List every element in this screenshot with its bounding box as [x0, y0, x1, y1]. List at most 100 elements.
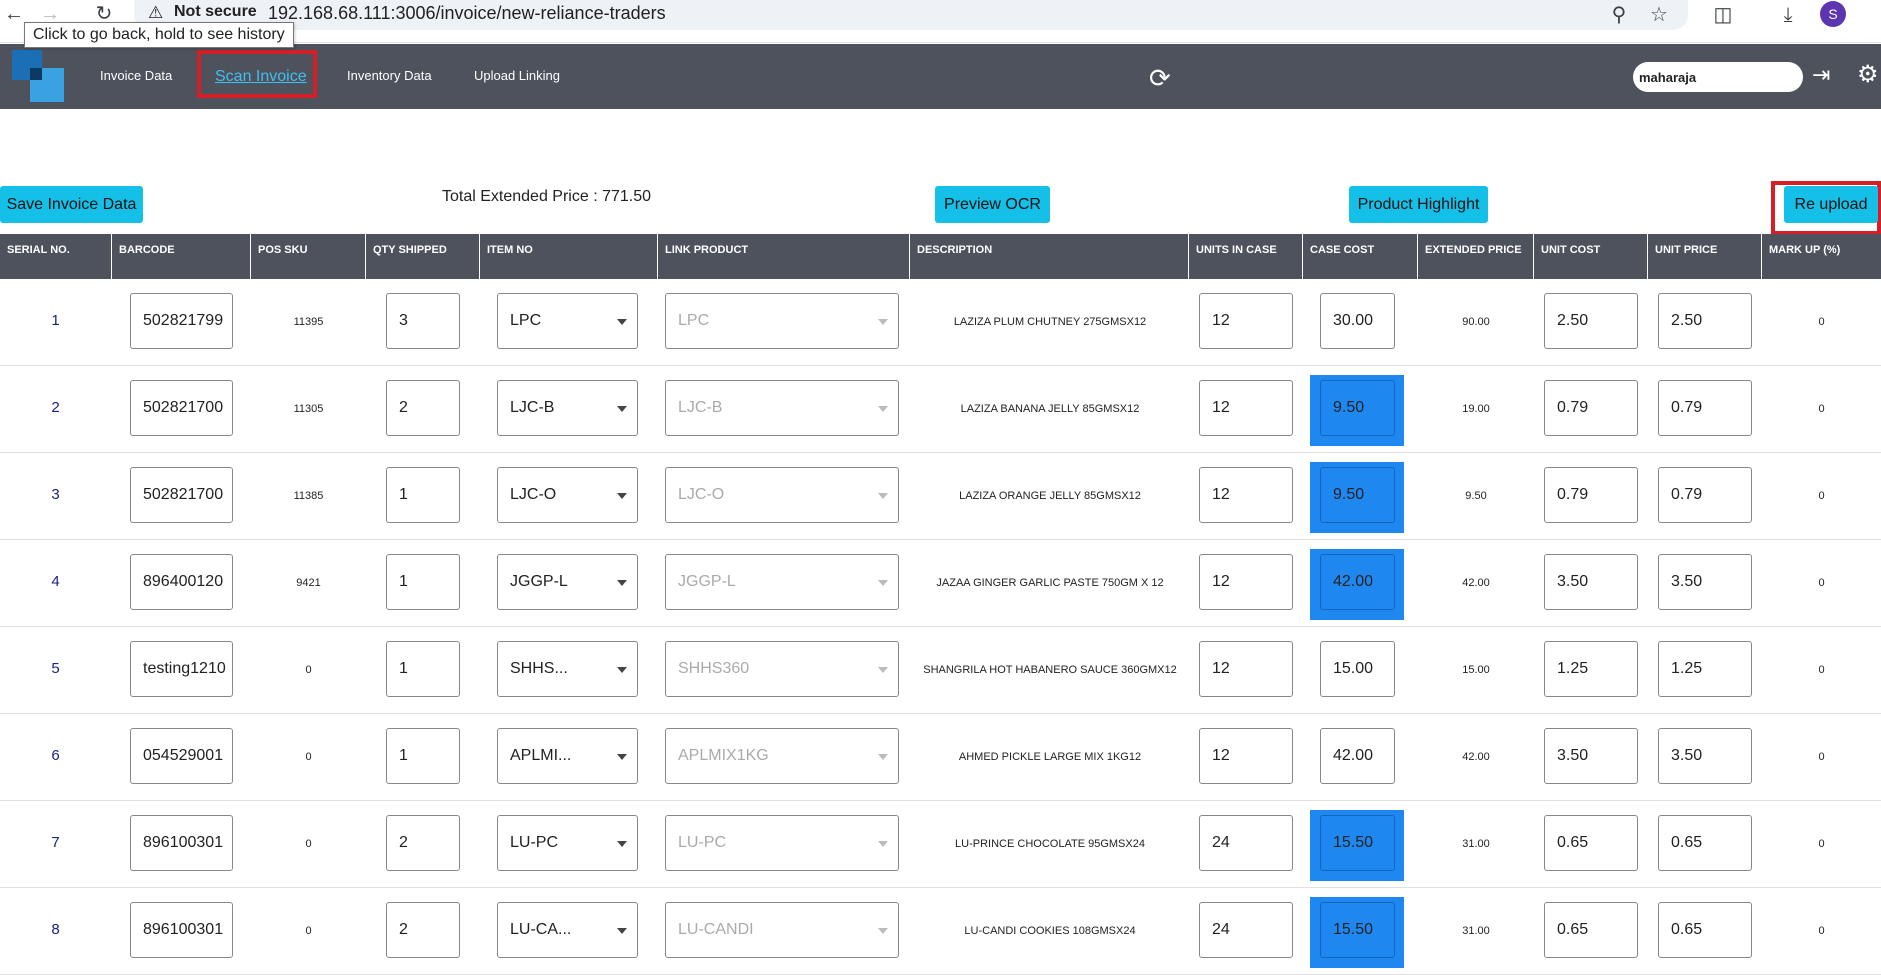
back-arrow-icon[interactable]: ←	[2, 2, 26, 26]
item-no-select[interactable]: SHHS...	[497, 641, 638, 697]
link-product-select[interactable]: LJC-B	[665, 380, 899, 436]
extended-price: 42.00	[1462, 577, 1490, 589]
unit-cost-input[interactable]: 0.79	[1544, 380, 1638, 436]
extended-price: 42.00	[1462, 751, 1490, 763]
unit-price-input[interactable]: 0.65	[1658, 902, 1752, 958]
unit-cost-input[interactable]: 0.65	[1544, 815, 1638, 871]
bookmark-star-icon[interactable]: ☆	[1646, 2, 1672, 28]
unit-price-input[interactable]: 3.50	[1658, 728, 1752, 784]
item-no-select[interactable]: APLMI...	[497, 728, 638, 784]
link-product-select[interactable]: SHHS360	[665, 641, 899, 697]
chevron-down-icon	[878, 493, 888, 499]
qty-shipped-input[interactable]: 2	[386, 902, 460, 958]
item-no-select[interactable]: JGGP-L	[497, 554, 638, 610]
store-select-input[interactable]	[1633, 62, 1803, 92]
unit-price-input[interactable]: 0.65	[1658, 815, 1752, 871]
units-in-case-input[interactable]: 12	[1199, 380, 1293, 436]
qty-shipped-input[interactable]: 1	[386, 467, 460, 523]
url-text[interactable]: 192.168.68.111:3006/invoice/new-reliance…	[268, 3, 666, 24]
units-in-case-input[interactable]: 12	[1199, 467, 1293, 523]
units-in-case-input[interactable]: 12	[1199, 641, 1293, 697]
profile-avatar[interactable]: S	[1820, 1, 1846, 27]
extensions-icon[interactable]: ◫	[1710, 2, 1736, 28]
link-product-select[interactable]: LU-CANDI	[665, 902, 899, 958]
markup: 0	[1818, 403, 1825, 415]
barcode-input[interactable]: 502821799	[130, 293, 233, 349]
unit-price-input[interactable]: 1.25	[1658, 641, 1752, 697]
nav-inventory-data[interactable]: Inventory Data	[347, 68, 432, 83]
unit-price-input[interactable]: 0.79	[1658, 380, 1752, 436]
units-in-case-input[interactable]: 12	[1199, 293, 1293, 349]
case-cost-input[interactable]: 30.00	[1320, 293, 1395, 349]
serial-number: 6	[51, 747, 60, 764]
link-product-select[interactable]: LPC	[665, 293, 899, 349]
unit-price-input[interactable]: 3.50	[1658, 554, 1752, 610]
case-cost-input[interactable]: 9.50	[1320, 467, 1395, 523]
preview-ocr-button[interactable]: Preview OCR	[935, 186, 1050, 223]
case-cost-input[interactable]: 9.50	[1320, 380, 1395, 436]
barcode-input[interactable]: testing1210	[130, 641, 233, 697]
download-icon[interactable]: ⤓	[1775, 2, 1801, 28]
item-no-value: LU-PC	[510, 834, 559, 851]
case-cost-input[interactable]: 15.50	[1320, 815, 1395, 871]
unit-cost-input[interactable]: 0.65	[1544, 902, 1638, 958]
unit-cost-input[interactable]: 1.25	[1544, 641, 1638, 697]
markup: 0	[1818, 316, 1825, 328]
zoom-icon[interactable]: ⚲	[1606, 2, 1632, 28]
logout-icon[interactable]: ⇥	[1812, 62, 1830, 88]
qty-shipped-input[interactable]: 1	[386, 641, 460, 697]
sync-icon[interactable]: ⟳	[1149, 63, 1171, 94]
item-no-value: LJC-O	[510, 486, 557, 503]
barcode-input[interactable]: 502821700	[130, 467, 233, 523]
unit-price-input[interactable]: 0.79	[1658, 467, 1752, 523]
link-product-select[interactable]: LJC-O	[665, 467, 899, 523]
item-no-select[interactable]: LU-CA...	[497, 902, 638, 958]
units-in-case-input[interactable]: 24	[1199, 902, 1293, 958]
qty-shipped-input[interactable]: 2	[386, 815, 460, 871]
qty-shipped-input[interactable]: 3	[386, 293, 460, 349]
case-cost-input[interactable]: 15.50	[1320, 902, 1395, 958]
col-item-no: ITEM NO	[480, 234, 658, 279]
chevron-down-icon	[617, 319, 627, 325]
item-no-select[interactable]: LJC-B	[497, 380, 638, 436]
qty-shipped-input[interactable]: 2	[386, 380, 460, 436]
units-in-case-input[interactable]: 24	[1199, 815, 1293, 871]
link-product-select[interactable]: APLMIX1KG	[665, 728, 899, 784]
unit-cost-input[interactable]: 3.50	[1544, 728, 1638, 784]
unit-price-input[interactable]: 2.50	[1658, 293, 1752, 349]
barcode-input[interactable]: 896100301	[130, 815, 233, 871]
link-product-select[interactable]: JGGP-L	[665, 554, 899, 610]
qty-shipped-input[interactable]: 1	[386, 728, 460, 784]
unit-cost-input[interactable]: 0.79	[1544, 467, 1638, 523]
units-in-case-input[interactable]: 12	[1199, 728, 1293, 784]
security-label[interactable]: Not secure	[174, 3, 257, 21]
col-units-in-case: UNITS IN CASE	[1189, 234, 1303, 279]
gear-icon[interactable]: ⚙	[1857, 60, 1879, 89]
units-in-case-input[interactable]: 12	[1199, 554, 1293, 610]
unit-cost-input[interactable]: 3.50	[1544, 554, 1638, 610]
case-cost-input[interactable]: 42.00	[1320, 554, 1395, 610]
nav-upload-linking[interactable]: Upload Linking	[474, 68, 560, 83]
save-invoice-button[interactable]: Save Invoice Data	[0, 186, 143, 223]
product-highlight-button[interactable]: Product Highlight	[1349, 186, 1488, 223]
barcode-input[interactable]: 502821700	[130, 380, 233, 436]
barcode-input[interactable]: 896100301	[130, 902, 233, 958]
nav-invoice-data[interactable]: Invoice Data	[100, 68, 172, 83]
reupload-button[interactable]: Re upload	[1784, 186, 1878, 223]
item-no-select[interactable]: LPC	[497, 293, 638, 349]
link-product-value: SHHS360	[678, 660, 750, 677]
case-cost-input[interactable]: 42.00	[1320, 728, 1395, 784]
app-logo[interactable]	[12, 50, 64, 102]
table-row: 1 502821799 11395 3 LPC LPC LAZIZA PLUM CHUTNE…	[0, 279, 1881, 366]
barcode-input[interactable]: 896400120	[130, 554, 233, 610]
barcode-input[interactable]: 054529001	[130, 728, 233, 784]
item-no-select[interactable]: LJC-O	[497, 467, 638, 523]
chevron-down-icon	[878, 580, 888, 586]
qty-shipped-input[interactable]: 1	[386, 554, 460, 610]
warning-icon[interactable]: ⚠	[148, 3, 163, 23]
case-cost-input[interactable]: 15.00	[1320, 641, 1395, 697]
link-product-select[interactable]: LU-PC	[665, 815, 899, 871]
link-product-value: JGGP-L	[678, 573, 736, 590]
unit-cost-input[interactable]: 2.50	[1544, 293, 1638, 349]
item-no-select[interactable]: LU-PC	[497, 815, 638, 871]
